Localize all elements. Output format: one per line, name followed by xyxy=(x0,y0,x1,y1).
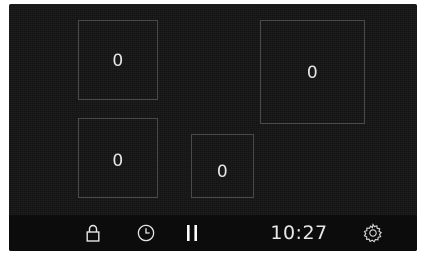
cooking-zone-bottom-center[interactable]: 0 xyxy=(191,134,254,198)
clock-display: 10:27 xyxy=(264,215,334,251)
cooktop-display: 0 0 0 0 10:27 xyxy=(9,4,417,251)
pause-button[interactable] xyxy=(179,215,205,251)
cooking-zone-top-left[interactable]: 0 xyxy=(78,20,158,100)
clock-time: 10:27 xyxy=(270,222,328,244)
pause-icon xyxy=(187,225,197,241)
gear-icon xyxy=(363,223,383,243)
settings-button[interactable] xyxy=(360,215,386,251)
timer-button[interactable] xyxy=(133,215,159,251)
lock-button[interactable] xyxy=(80,215,106,251)
timer-icon xyxy=(137,224,155,242)
zone-power-level: 0 xyxy=(306,63,319,83)
cooking-zone-bottom-left[interactable]: 0 xyxy=(78,118,158,198)
lock-icon xyxy=(86,224,100,242)
zone-power-level: 0 xyxy=(216,162,229,182)
zone-power-level: 0 xyxy=(112,51,124,71)
cooking-zone-top-right[interactable]: 0 xyxy=(260,20,365,124)
bottom-control-bar: 10:27 xyxy=(9,215,417,251)
zone-power-level: 0 xyxy=(112,151,124,171)
